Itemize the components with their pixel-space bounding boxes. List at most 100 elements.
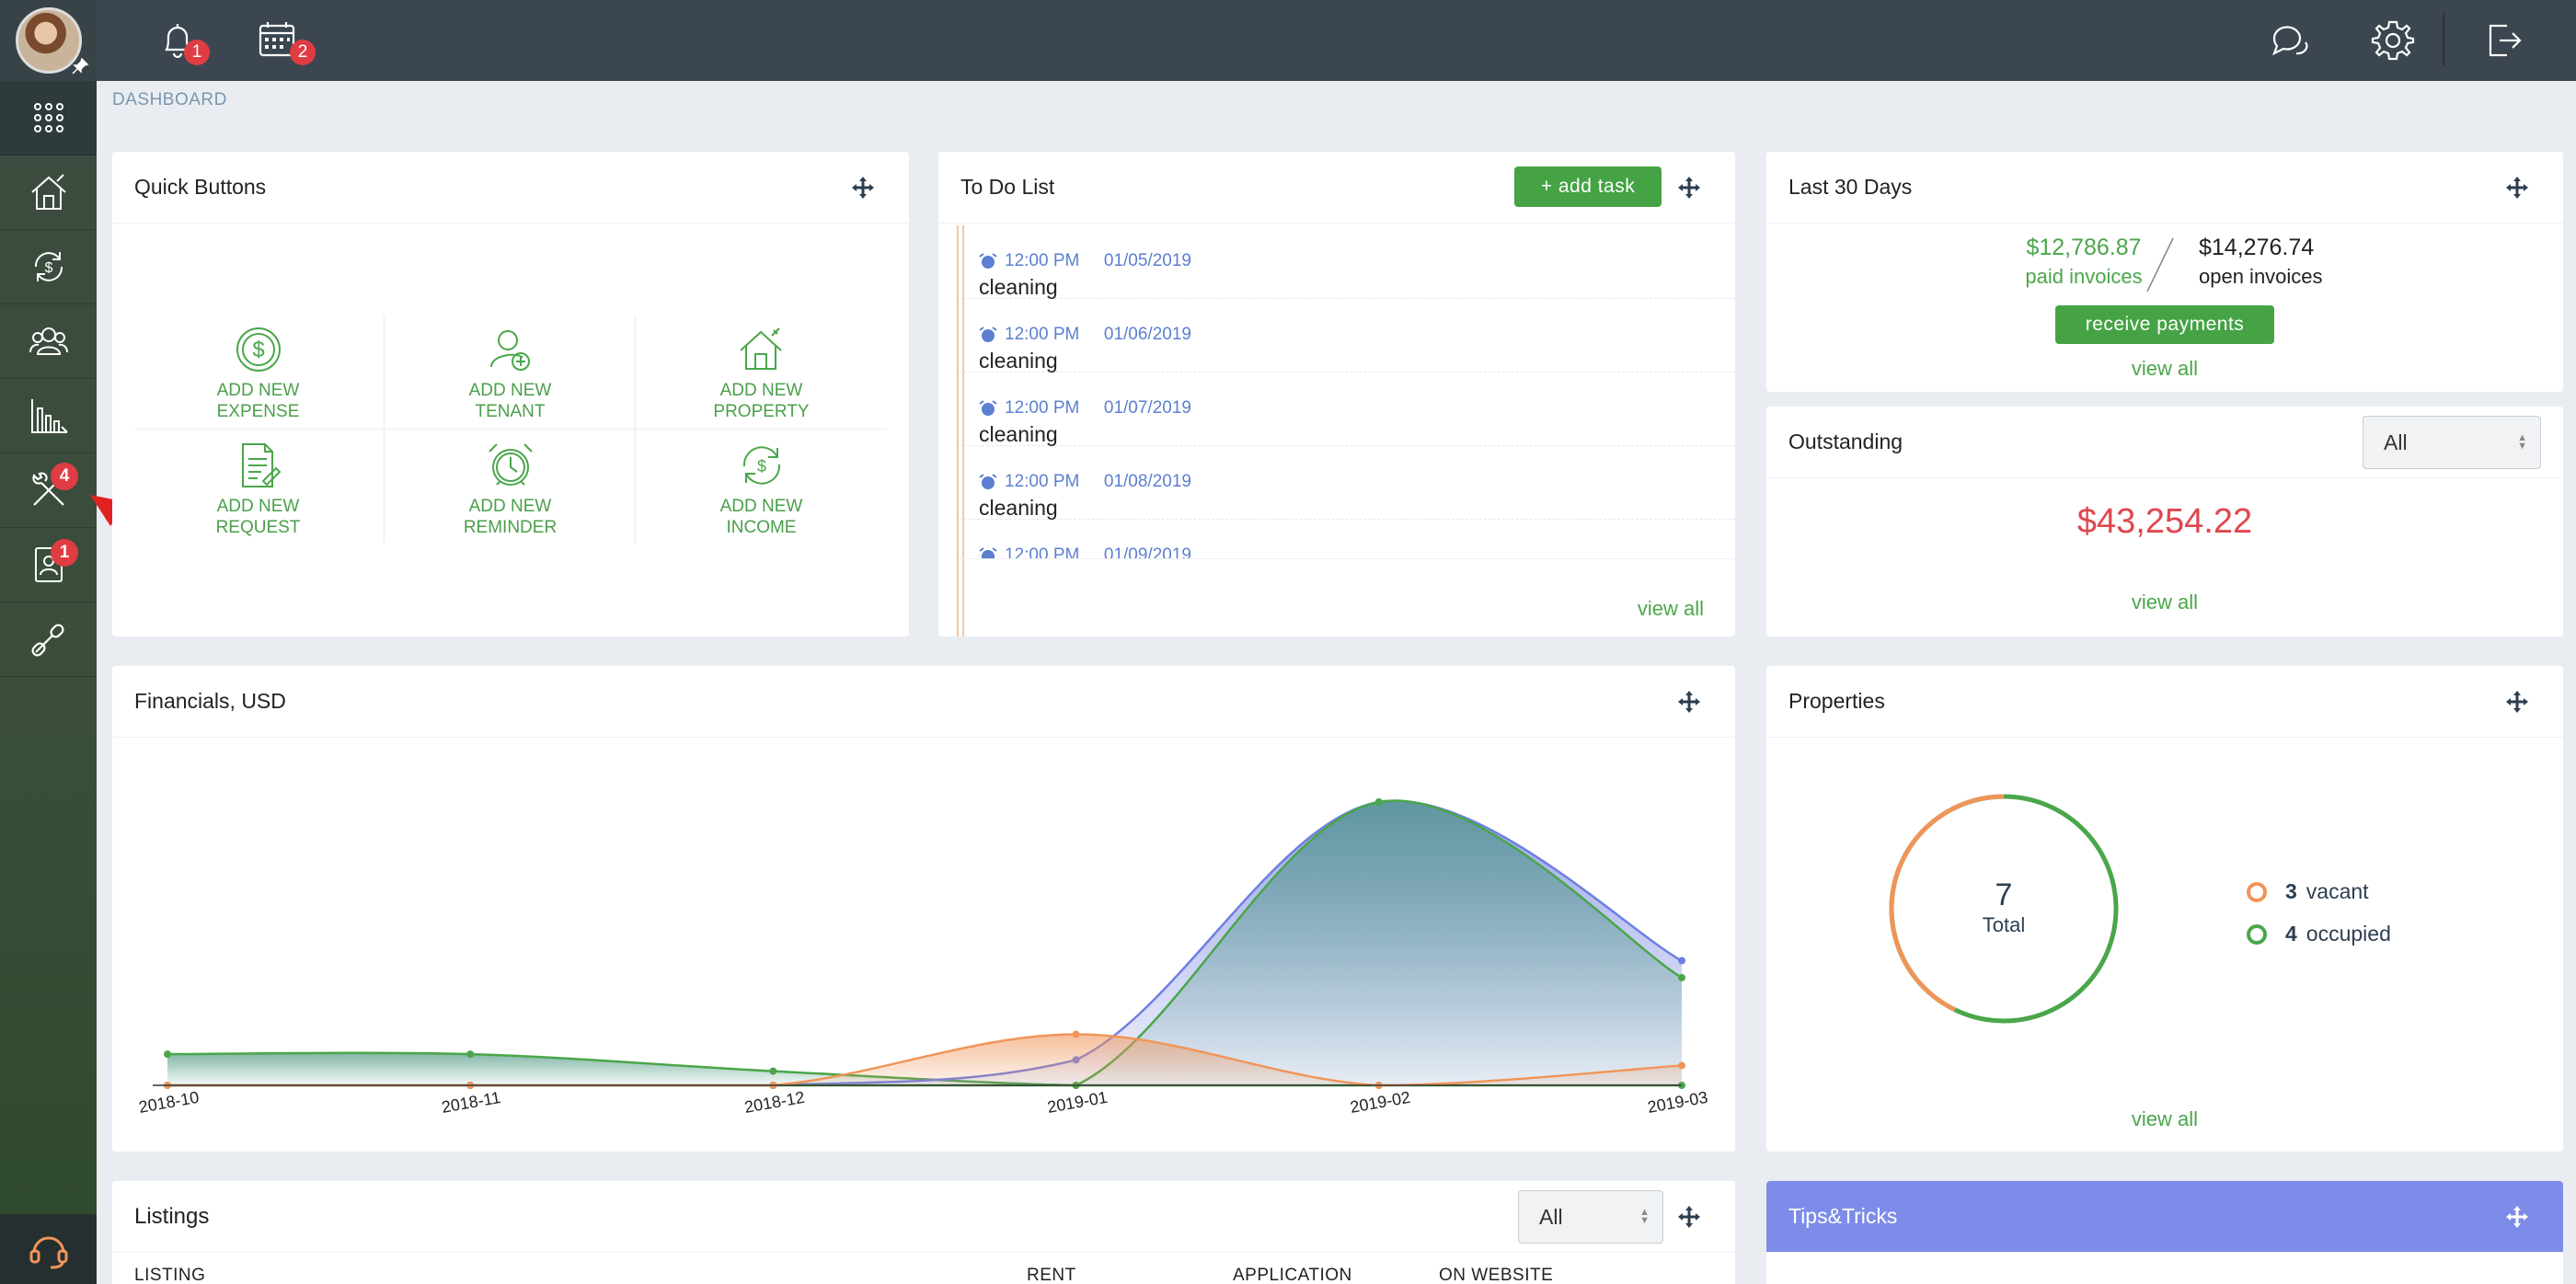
data-point-0-2[interactable] [769,1067,777,1075]
gear-icon[interactable] [2369,17,2417,64]
user-avatar-area [0,0,97,81]
x-tick-label: 2019-03 [1646,1088,1709,1117]
move-icon[interactable] [1676,175,1702,201]
add-property-button[interactable]: ADD NEW PROPERTY [636,315,887,429]
legend-vacant[interactable]: 3 vacant [2247,879,2369,904]
pin-icon[interactable] [71,57,89,75]
add-income-button[interactable]: $ ADD NEW INCOME [636,431,887,545]
topbar-divider [2443,13,2444,66]
data-point-1-5[interactable] [1678,957,1685,965]
divider [959,558,1735,559]
last30-view-all-link[interactable]: view all [1766,357,2563,381]
add-reminder-button[interactable]: ADD NEW REMINDER [385,431,636,545]
sidebar-item-reports[interactable] [0,379,97,453]
move-icon[interactable] [2504,175,2530,201]
top-bar: 1 2 [97,0,2576,81]
list-item[interactable]: 12:00 PM 01/09/2019 cleaning [959,520,1735,558]
list-item[interactable]: 12:00 PM 01/08/2019 cleaning [959,446,1735,520]
money-cycle-icon: $ [34,252,63,281]
quick-buttons-header: Quick Buttons [112,152,909,224]
x-tick-label: 2019-01 [1046,1088,1110,1117]
x-tick-label: 2019-02 [1349,1088,1412,1117]
list-item[interactable]: 12:00 PM 01/05/2019 cleaning [959,225,1735,299]
total-count: 7 [1995,877,2013,912]
breadcrumb[interactable]: DASHBOARD [112,90,227,110]
add-request-button[interactable]: ADD NEW REQUEST [132,431,384,545]
bar-chart-icon [30,399,68,433]
x-tick-label: 2018-10 [137,1088,201,1117]
move-icon[interactable] [1676,689,1702,715]
data-point-0-0[interactable] [164,1050,171,1059]
vacant-label: vacant [2306,879,2369,903]
properties-panel: Properties 7 Total 3 vacant 4 occupied vie… [1766,666,2563,1152]
add-tenant-button[interactable]: ADD NEW TENANT [385,315,636,429]
panel-title: Quick Buttons [134,175,267,199]
outstanding-filter-select[interactable]: All ▲ ▼ [2363,416,2541,469]
column-header-application[interactable]: APPLICATION [1233,1266,1352,1284]
listings-filter-select[interactable]: All ▲ ▼ [1518,1190,1663,1244]
financials-header: Financials, USD [112,666,1735,738]
todo-time: 12:00 PM 01/08/2019 [979,472,1735,492]
todo-task: cleaning [979,422,1058,446]
move-icon[interactable] [850,175,876,201]
outstanding-panel: Outstanding All ▲ ▼ $43,254.22 view all [1766,407,2563,636]
financials-chart[interactable]: 2018-10 2018-11 2018-12 2019-01 2019-02 2019-… [112,739,1735,1152]
slash-divider [2146,237,2174,292]
legend-occupied[interactable]: 4 occupied [2247,922,2391,946]
alarm-clock-icon [488,443,533,486]
data-point-3-3[interactable] [1072,1030,1080,1038]
data-point-3-5[interactable] [1678,1061,1685,1070]
divider [134,429,887,430]
chat-icon[interactable] [2265,17,2313,64]
svg-text:$: $ [44,260,52,276]
occupied-label: occupied [2306,922,2391,946]
outstanding-view-all-link[interactable]: view all [1766,590,2563,614]
logout-icon[interactable] [2479,17,2527,64]
total-label: Total [1982,913,2026,936]
move-icon[interactable] [1676,1204,1702,1230]
list-item[interactable]: 12:00 PM 01/07/2019 cleaning [959,373,1735,446]
sidebar-item-people[interactable] [0,304,97,379]
list-item[interactable]: 12:00 PM 01/06/2019 cleaning [959,299,1735,373]
vacant-legend-marker [2247,881,2267,902]
column-header-rent[interactable]: RENT [1027,1266,1076,1284]
todo-task: cleaning [979,349,1058,373]
sidebar-item-links[interactable] [0,602,97,677]
select-value: All [1539,1204,1563,1229]
sidebar-item-accounting[interactable]: $ [0,230,97,304]
series-area-2 [167,800,1682,1085]
alarm-icon [979,253,997,269]
button-label: ADD NEW REMINDER [463,497,558,537]
panel-title: Properties [1788,689,1885,713]
sidebar: $ 4 1 [0,0,97,1284]
sidebar-item-apps[interactable] [0,81,97,155]
todo-list[interactable]: 12:00 PM 01/05/2019 cleaning 12:00 PM 01… [938,225,1735,558]
x-tick-label: 2018-11 [440,1088,501,1117]
button-label: ADD NEW TENANT [468,381,552,421]
listings-panel: Listings All ▲ ▼ LISTING RENT APPLICATION… [112,1181,1735,1284]
properties-view-all-link[interactable]: view all [1766,1107,2563,1131]
button-label: ADD NEW PROPERTY [713,381,810,421]
open-invoices[interactable]: $14,276.74 open invoices [2199,235,2383,289]
users-icon [29,327,68,355]
occupied-count: 4 [2285,922,2297,946]
column-header-on-website[interactable]: ON WEBSITE [1439,1266,1553,1284]
data-point-2-4[interactable] [1374,798,1383,806]
receive-payments-button[interactable]: receive payments [2055,305,2274,344]
panel-title: To Do List [960,175,1055,199]
alarm-icon [979,400,997,416]
data-point-2-5[interactable] [1678,973,1685,981]
sidebar-item-properties[interactable] [0,155,97,230]
support-button[interactable] [0,1214,97,1284]
financials-panel: Financials, USD 2018-10 2018-11 2018-12 201… [112,666,1735,1152]
calendar-badge: 2 [290,40,316,65]
data-point-0-1[interactable] [466,1050,475,1059]
panel-title: Listings [134,1203,210,1229]
column-header-listing[interactable]: LISTING [134,1266,205,1284]
todo-view-all-link[interactable]: view all [1638,599,1704,619]
move-icon[interactable] [2504,689,2530,715]
move-icon[interactable] [2504,1204,2530,1230]
add-expense-button[interactable]: $ ADD NEW EXPENSE [132,315,384,429]
button-label: ADD NEW INCOME [719,497,803,537]
add-task-button[interactable]: + add task [1514,166,1662,207]
